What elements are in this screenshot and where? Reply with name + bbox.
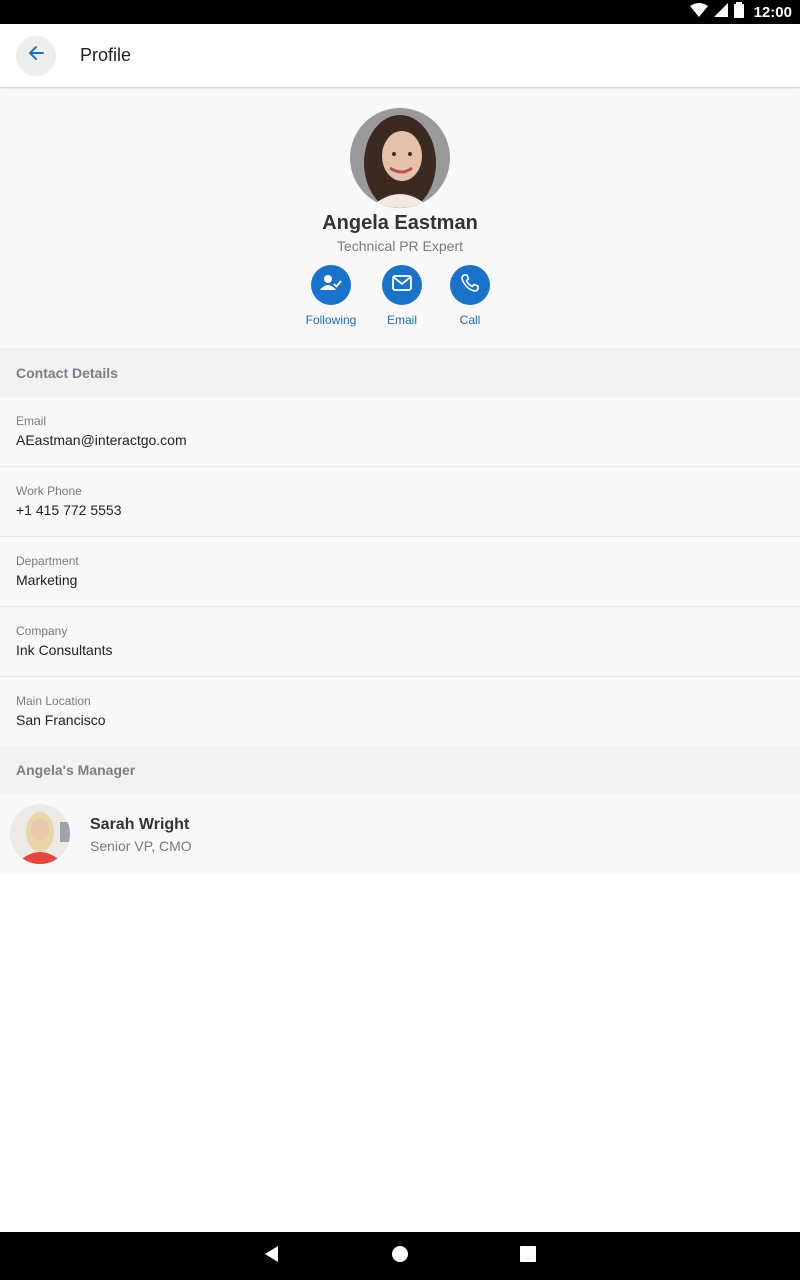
- detail-row-company[interactable]: Company Ink Consultants: [0, 607, 800, 677]
- call-button[interactable]: Call: [435, 265, 505, 327]
- detail-row-main-location[interactable]: Main Location San Francisco: [0, 677, 800, 747]
- field-label: Main Location: [16, 694, 91, 708]
- following-circle: [311, 265, 351, 305]
- field-value: AEastman@interactgo.com: [16, 432, 187, 448]
- app-bar: Profile: [0, 24, 800, 88]
- circle-home-icon: [391, 1245, 409, 1268]
- call-circle: [450, 265, 490, 305]
- email-circle: [382, 265, 422, 305]
- field-label: Company: [16, 624, 68, 638]
- phone-icon: [460, 273, 480, 298]
- field-label: Department: [16, 554, 79, 568]
- system-nav-bar: [0, 1232, 800, 1280]
- contact-details-header: Contact Details: [0, 348, 800, 397]
- section-title: Contact Details: [16, 364, 118, 381]
- nav-back-button[interactable]: [260, 1244, 284, 1268]
- nav-home-button[interactable]: [388, 1244, 412, 1268]
- signal-icon: [713, 2, 728, 22]
- nav-recent-button[interactable]: [516, 1244, 540, 1268]
- manager-avatar: [10, 804, 70, 864]
- manager-job-title: Senior VP, CMO: [90, 838, 192, 854]
- field-value: +1 415 772 5553: [16, 502, 122, 518]
- field-label: Email: [16, 414, 47, 428]
- profile-header: Angela Eastman Technical PR Expert Follo…: [0, 89, 800, 348]
- manager-list-item[interactable]: Sarah Wright Senior VP, CMO: [0, 794, 800, 874]
- detail-row-department[interactable]: Department Marketing: [0, 537, 800, 607]
- battery-icon: [733, 1, 744, 23]
- detail-row-email[interactable]: Email AEastman@interactgo.com: [0, 397, 800, 467]
- call-label: Call: [459, 313, 481, 327]
- page-title: Profile: [80, 45, 132, 65]
- user-check-icon: [320, 274, 342, 296]
- manager-name: Sarah Wright: [90, 816, 190, 833]
- section-title: Angela's Manager: [16, 762, 136, 778]
- detail-row-work-phone[interactable]: Work Phone +1 415 772 5553: [0, 467, 800, 537]
- field-value: Marketing: [16, 572, 78, 588]
- following-label: Following: [305, 313, 357, 327]
- square-recent-icon: [520, 1245, 536, 1267]
- profile-job-title: Technical PR Expert: [336, 238, 464, 254]
- profile-name: Angela Eastman: [322, 212, 478, 234]
- envelope-icon: [392, 274, 412, 296]
- arrow-left-icon: [26, 43, 46, 68]
- email-label: Email: [386, 313, 417, 327]
- avatar: [350, 108, 450, 208]
- wifi-icon: [689, 2, 708, 22]
- status-time: 12:00: [753, 3, 792, 21]
- field-label: Work Phone: [16, 484, 82, 498]
- email-button[interactable]: Email: [367, 265, 437, 327]
- back-button[interactable]: [16, 35, 56, 76]
- triangle-back-icon: [264, 1245, 280, 1268]
- following-button[interactable]: Following: [296, 265, 366, 327]
- field-value: Ink Consultants: [16, 642, 113, 658]
- field-value: San Francisco: [16, 712, 106, 728]
- manager-header: Angela's Manager: [0, 746, 800, 794]
- status-bar: 12:00: [0, 0, 800, 24]
